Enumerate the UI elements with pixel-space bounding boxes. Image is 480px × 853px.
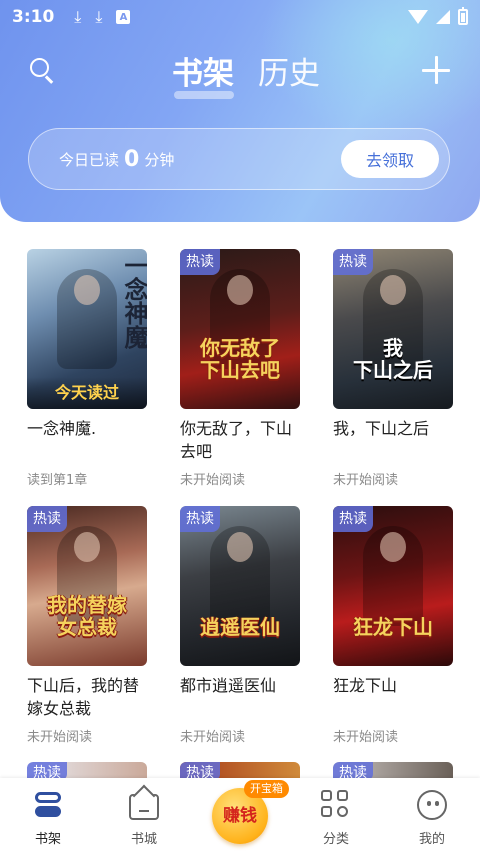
book-cover[interactable]: 逍遥医仙 热读 bbox=[180, 506, 300, 666]
cover-title: 狂龙下山 bbox=[353, 615, 433, 639]
book-status: 未开始阅读 bbox=[27, 730, 93, 745]
book-item[interactable]: 狂龙下山 热读 狂龙下山 bbox=[333, 506, 455, 697]
book-item[interactable]: 我的替嫁 女总裁 热读 下山后，我的替嫁女总裁 bbox=[27, 506, 149, 720]
hot-badge: 热读 bbox=[333, 506, 373, 532]
nav-item-me[interactable]: 我的 bbox=[392, 778, 472, 853]
signal-icon bbox=[436, 10, 450, 24]
cover-title: 逍遥医仙 bbox=[200, 615, 280, 639]
keyboard-icon: A bbox=[116, 10, 131, 24]
cover-figure bbox=[363, 526, 423, 626]
tab-history[interactable]: 历史 bbox=[258, 48, 320, 93]
tab-history-label: 历史 bbox=[258, 56, 320, 92]
book-cover[interactable]: 一念神魔 今天读过 bbox=[27, 249, 147, 409]
book-status: 未开始阅读 bbox=[180, 473, 246, 488]
search-button[interactable] bbox=[26, 54, 58, 86]
battery-icon bbox=[458, 7, 468, 25]
nav-item-bookshelf[interactable]: 书架 bbox=[8, 778, 88, 853]
profile-icon bbox=[417, 790, 447, 820]
status-bar: 3:10 ⤓ ⤓ A bbox=[0, 0, 480, 34]
book-title: 都市逍遥医仙 bbox=[180, 676, 277, 695]
cover-title: 你无敌了 下山去吧 bbox=[200, 336, 280, 382]
book-title: 一念神魔. bbox=[27, 419, 97, 438]
nav-item-category[interactable]: 分类 bbox=[296, 778, 376, 853]
book-item[interactable]: 我 下山之后 热读 我，下山之后 bbox=[333, 249, 455, 440]
nav-label: 分类 bbox=[322, 832, 349, 847]
category-icon bbox=[321, 790, 351, 820]
claim-button[interactable]: 去领取 bbox=[341, 140, 439, 178]
nav-label: 书城 bbox=[130, 832, 157, 847]
search-icon-handle bbox=[45, 75, 54, 84]
bookshelf-icon bbox=[33, 790, 63, 820]
cover-title: 我 下山之后 bbox=[353, 336, 433, 382]
search-icon bbox=[30, 58, 49, 77]
cover-title: 我的替嫁 女总裁 bbox=[47, 593, 127, 639]
book-status: 读到第1章 bbox=[27, 473, 88, 488]
book-cover[interactable]: 狂龙下山 热读 bbox=[333, 506, 453, 666]
hot-badge: 热读 bbox=[180, 249, 220, 275]
nav-label: 书架 bbox=[34, 832, 61, 847]
reading-time-text: 今日已读 0 分钟 bbox=[59, 147, 174, 172]
wifi-icon bbox=[408, 10, 428, 24]
book-item[interactable]: 一念神魔 今天读过 一念神魔. bbox=[27, 249, 149, 440]
cover-figure bbox=[210, 526, 270, 626]
book-cover[interactable]: 我 下山之后 热读 bbox=[333, 249, 453, 409]
tab-bookshelf[interactable]: 书架 bbox=[172, 48, 234, 99]
nav-label: 我的 bbox=[418, 832, 445, 847]
book-title: 我，下山之后 bbox=[333, 419, 430, 438]
book-item[interactable]: 你无敌了 下山去吧 热读 你无敌了，下山去吧 bbox=[180, 249, 302, 463]
hot-badge: 热读 bbox=[333, 249, 373, 275]
cover-title: 一念神魔 bbox=[120, 253, 147, 349]
book-title: 你无敌了，下山去吧 bbox=[180, 419, 293, 461]
book-status: 未开始阅读 bbox=[180, 730, 246, 745]
download-icon: ⤓ bbox=[95, 7, 103, 26]
status-time: 3:10 bbox=[12, 7, 55, 27]
add-button[interactable] bbox=[422, 56, 450, 84]
nav-item-bookstore[interactable]: 书城 bbox=[104, 778, 184, 853]
book-status: 未开始阅读 bbox=[333, 730, 399, 745]
download-icon: ⤓ bbox=[74, 7, 82, 26]
top-nav: 书架 历史 bbox=[0, 40, 480, 100]
hot-badge: 热读 bbox=[27, 506, 67, 532]
home-icon bbox=[129, 794, 159, 820]
tab-active-indicator bbox=[174, 91, 234, 99]
tab-bookshelf-label: 书架 bbox=[172, 56, 234, 92]
reading-prefix: 今日已读 bbox=[59, 150, 120, 169]
book-title: 下山后，我的替嫁女总裁 bbox=[27, 676, 140, 718]
treasure-chest-tag: 开宝箱 bbox=[244, 780, 289, 798]
book-title: 狂龙下山 bbox=[333, 676, 398, 695]
bottom-nav: 书架 书城 赚钱 开宝箱 分类 我的 bbox=[0, 778, 480, 853]
reading-minutes: 0 bbox=[124, 146, 140, 172]
book-item[interactable]: 逍遥医仙 热读 都市逍遥医仙 bbox=[180, 506, 302, 697]
book-status: 未开始阅读 bbox=[333, 473, 399, 488]
read-today-banner: 今天读过 bbox=[27, 377, 147, 409]
hot-badge: 热读 bbox=[180, 506, 220, 532]
reading-time-card: 今日已读 0 分钟 去领取 bbox=[28, 128, 450, 190]
reading-suffix: 分钟 bbox=[144, 150, 175, 169]
book-cover[interactable]: 你无敌了 下山去吧 热读 bbox=[180, 249, 300, 409]
book-cover[interactable]: 我的替嫁 女总裁 热读 bbox=[27, 506, 147, 666]
